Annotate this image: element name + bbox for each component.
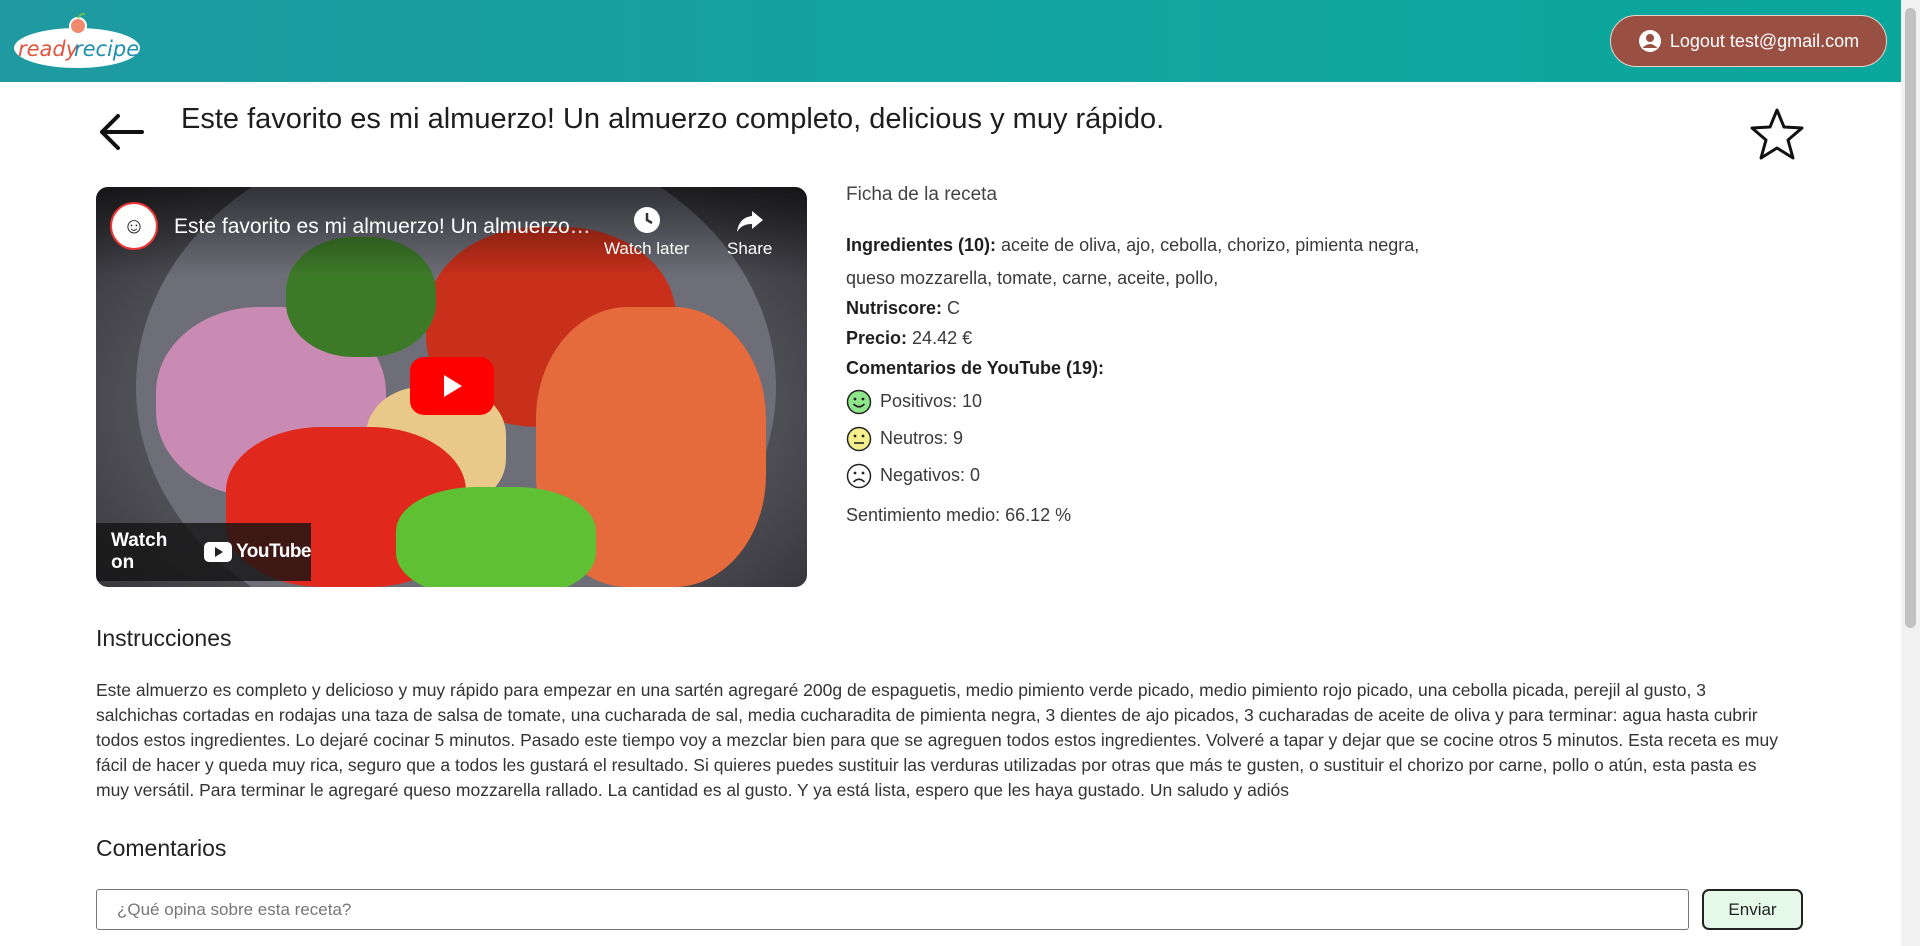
share-button[interactable]: Share: [727, 205, 772, 259]
recipe-sheet: Ficha de la receta Ingredientes (10): ac…: [846, 184, 1446, 530]
favorite-star-icon[interactable]: [1748, 106, 1806, 162]
share-label: Share: [727, 239, 773, 258]
youtube-video-embed[interactable]: ☺ Este favorito es mi almuerzo! Un almue…: [96, 187, 807, 587]
price-value: 24.42 €: [912, 328, 973, 348]
ingredients-row-2: queso mozzarella, tomate, carne, aceite,…: [846, 263, 1446, 293]
scrollbar-thumb[interactable]: [1905, 8, 1916, 628]
watch-on-youtube-button[interactable]: Watch on YouTube: [96, 523, 311, 581]
positive-count: Positivos: 10: [880, 391, 983, 411]
share-icon: [736, 211, 763, 232]
logout-label: Logout test@gmail.com: [1669, 30, 1860, 51]
comment-input[interactable]: [96, 889, 1689, 930]
ingredients-line2: queso mozzarella, tomate, carne, aceite,…: [846, 268, 1219, 288]
ingredients-line1: aceite de oliva, ajo, cebolla, chorizo, …: [1001, 235, 1420, 255]
price-row: Precio: 24.42 €: [846, 323, 1446, 353]
svg-text:ready: ready: [18, 37, 79, 61]
nutriscore-label: Nutriscore:: [846, 298, 943, 318]
positive-row: Positivos: 10: [846, 383, 1446, 420]
instructions-title: Instrucciones: [96, 625, 232, 651]
instructions-text: Este almuerzo es completo y delicioso y …: [96, 680, 1778, 800]
negative-count: Negativos: 0: [880, 465, 981, 485]
nutriscore-row: Nutriscore: C: [846, 293, 1446, 323]
nutriscore-value: C: [947, 298, 961, 318]
play-icon: [444, 375, 462, 397]
youtube-logo: YouTube: [204, 541, 311, 563]
youtube-comments-row: Comentarios de YouTube (19):: [846, 353, 1446, 383]
play-button[interactable]: [410, 357, 494, 415]
video-title[interactable]: Este favorito es mi almuerzo! Un almuerz…: [174, 215, 594, 239]
readyrecipes-logo[interactable]: ready recipes: [12, 12, 142, 70]
youtube-comments-label: Comentarios de YouTube (19):: [846, 358, 1105, 378]
neutral-row: Neutros: 9: [846, 420, 1446, 457]
youtube-play-icon: [204, 542, 233, 562]
clock-icon: [633, 207, 660, 233]
price-label: Precio:: [846, 328, 908, 348]
vertical-scrollbar[interactable]: [1901, 0, 1920, 946]
watch-later-label: Watch later: [604, 239, 690, 258]
watch-on-label: Watch on: [111, 530, 168, 573]
top-bar: ready recipes Logout test@gmail.com: [0, 0, 1901, 82]
send-button[interactable]: Enviar: [1702, 889, 1803, 930]
ingredients-label: Ingredientes (10):: [846, 235, 997, 255]
negative-row: Negativos: 0: [846, 457, 1446, 494]
svg-text:recipes: recipes: [74, 37, 142, 61]
recipe-title: Este favorito es mi almuerzo! Un almuerz…: [181, 103, 1165, 135]
channel-avatar[interactable]: ☺: [110, 202, 158, 250]
average-sentiment: Sentimiento medio: 66.12 %: [846, 505, 1072, 525]
watch-later-button[interactable]: Watch later: [604, 205, 689, 259]
account-circle-icon: [1638, 30, 1661, 52]
comments-title: Comentarios: [96, 835, 227, 861]
smiley-neutral-icon: [846, 426, 872, 451]
logout-button[interactable]: Logout test@gmail.com: [1610, 15, 1887, 67]
youtube-label: YouTube: [236, 541, 311, 562]
smiley-happy-icon: [846, 389, 872, 414]
smiley-sad-icon: [846, 463, 872, 488]
back-arrow-icon[interactable]: [96, 110, 146, 154]
sheet-title: Ficha de la receta: [846, 184, 998, 205]
neutral-count: Neutros: 9: [880, 428, 964, 448]
ingredients-row: Ingredientes (10): aceite de oliva, ajo,…: [846, 230, 1446, 260]
